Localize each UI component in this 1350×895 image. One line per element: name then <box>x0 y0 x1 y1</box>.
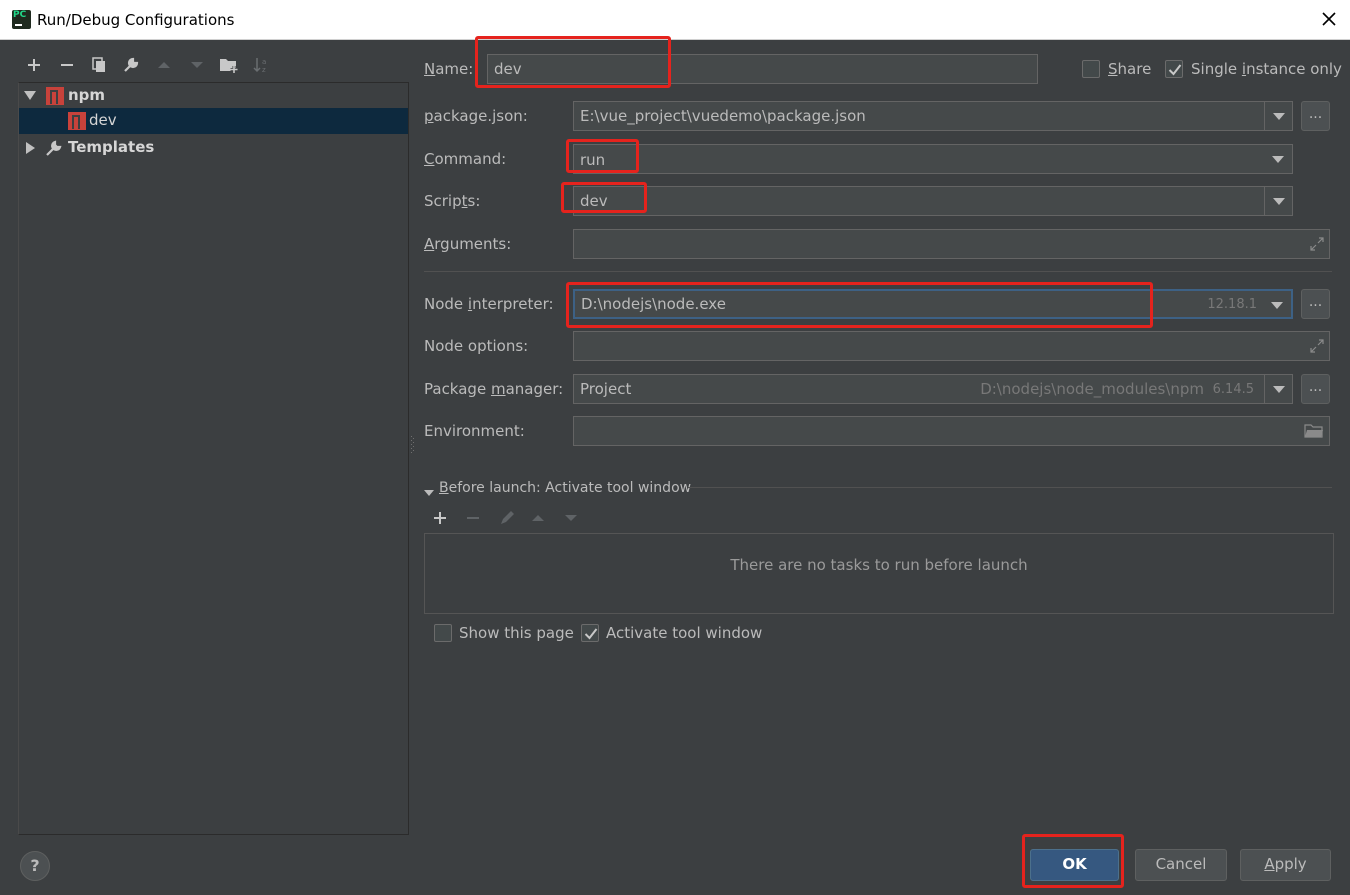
app-icon-text: PC <box>13 10 27 20</box>
configurations-tree: npm dev Templates <box>18 82 409 835</box>
collapse-arrow-icon[interactable] <box>26 142 35 154</box>
npm-icon <box>46 87 64 105</box>
name-input[interactable]: dev <box>487 54 1038 84</box>
command-combo[interactable]: run <box>573 144 1293 174</box>
dropdown-arrow-icon[interactable] <box>1263 291 1291 317</box>
remove-task-icon[interactable] <box>465 510 481 530</box>
browse-package-manager-button[interactable]: ... <box>1301 374 1330 404</box>
expand-arrow-icon[interactable] <box>24 91 36 100</box>
remove-icon[interactable] <box>55 53 79 77</box>
arguments-input[interactable] <box>573 229 1330 259</box>
browse-node-interpreter-button[interactable]: ... <box>1301 289 1330 319</box>
arguments-label: Arguments: <box>424 235 512 253</box>
npm-icon <box>68 112 86 130</box>
show-page-label: Show this page <box>459 624 574 642</box>
package-json-label: package.json: <box>424 107 528 125</box>
browse-package-json-button[interactable]: ... <box>1301 101 1330 131</box>
add-task-icon[interactable] <box>432 510 448 530</box>
share-checkbox[interactable] <box>1082 60 1100 78</box>
node-interpreter-label: Node interpreter: <box>424 295 554 313</box>
pycharm-app-icon: PC <box>12 10 31 29</box>
dropdown-arrow-icon[interactable] <box>1264 187 1292 215</box>
scripts-value: dev <box>580 192 608 210</box>
name-value: dev <box>494 60 522 78</box>
package-manager-version: 6.14.5 <box>1212 382 1254 397</box>
add-icon[interactable] <box>22 53 46 77</box>
svg-text:z: z <box>262 66 266 74</box>
window-titlebar: PC Run/Debug Configurations <box>0 0 1350 40</box>
empty-tasks-message: There are no tasks to run before launch <box>730 556 1028 574</box>
apply-button[interactable]: Apply <box>1240 849 1331 881</box>
tree-group-label: npm <box>68 86 106 104</box>
window-title: Run/Debug Configurations <box>37 11 235 29</box>
folder-icon[interactable] <box>1304 423 1324 443</box>
package-json-combo[interactable]: E:\vue_project\vuedemo\package.json <box>573 101 1293 131</box>
before-launch-collapse-icon[interactable] <box>424 484 434 502</box>
node-interpreter-value: D:\nodejs\node.exe <box>581 295 726 313</box>
move-task-down-icon[interactable] <box>563 510 579 530</box>
tree-item-dev[interactable]: dev <box>19 108 408 134</box>
dropdown-arrow-icon[interactable] <box>1264 102 1292 130</box>
cancel-button[interactable]: Cancel <box>1135 849 1227 881</box>
help-button[interactable]: ? <box>20 851 50 881</box>
before-launch-task-list[interactable]: There are no tasks to run before launch <box>424 533 1334 614</box>
edit-task-icon[interactable] <box>498 509 516 531</box>
section-separator <box>424 271 1332 272</box>
node-version: 12.18.1 <box>1207 297 1257 312</box>
expand-icon[interactable] <box>1309 236 1325 252</box>
single-instance-checkbox[interactable] <box>1165 60 1183 78</box>
svg-text:a: a <box>262 58 266 66</box>
package-manager-combo[interactable]: Project D:\nodejs\node_modules\npm 6.14.… <box>573 374 1293 404</box>
dropdown-arrow-icon[interactable] <box>1264 375 1292 403</box>
splitter-handle[interactable] <box>411 436 415 454</box>
app-icon-bar <box>15 24 22 26</box>
sort-icon[interactable]: az <box>250 53 274 77</box>
command-value: run <box>580 151 606 169</box>
activate-tool-window-checkbox[interactable] <box>581 624 599 642</box>
before-launch-separator <box>688 487 1332 488</box>
before-launch-title[interactable]: Before launch: Activate tool window <box>439 480 691 496</box>
scripts-combo[interactable]: dev <box>573 186 1293 216</box>
move-up-icon[interactable] <box>152 53 176 77</box>
new-folder-icon[interactable] <box>217 53 241 77</box>
wrench-icon[interactable] <box>119 53 143 77</box>
package-manager-path: D:\nodejs\node_modules\npm <box>980 380 1204 398</box>
dropdown-arrow-icon[interactable] <box>1264 145 1292 173</box>
tree-item-label: dev <box>89 111 117 129</box>
show-page-checkbox[interactable] <box>434 624 452 642</box>
tree-group-npm[interactable]: npm <box>19 83 408 109</box>
expand-icon[interactable] <box>1309 338 1325 354</box>
environment-label: Environment: <box>424 422 525 440</box>
wrench-icon <box>45 139 63 161</box>
close-icon[interactable] <box>1318 8 1340 30</box>
single-instance-label: Single instance only <box>1191 60 1342 78</box>
node-options-label: Node options: <box>424 337 529 355</box>
package-manager-label: Package manager: <box>424 380 564 398</box>
environment-input[interactable] <box>573 416 1330 446</box>
tree-group-templates[interactable]: Templates <box>19 135 408 161</box>
before-launch-toolbar <box>424 505 624 531</box>
name-label: Name: <box>424 60 474 78</box>
share-label: Share <box>1108 60 1152 78</box>
scripts-label: Scripts: <box>424 192 481 210</box>
node-interpreter-combo[interactable]: D:\nodejs\node.exe 12.18.1 <box>573 289 1293 319</box>
move-task-up-icon[interactable] <box>530 510 546 530</box>
tree-group-label: Templates <box>68 138 155 156</box>
command-label: Command: <box>424 150 507 168</box>
node-options-input[interactable] <box>573 331 1330 361</box>
ok-button[interactable]: OK <box>1030 849 1119 881</box>
package-manager-value: Project <box>580 380 632 398</box>
move-down-icon[interactable] <box>185 53 209 77</box>
copy-icon[interactable] <box>87 53 111 77</box>
package-json-value: E:\vue_project\vuedemo\package.json <box>580 107 866 125</box>
activate-tool-window-label: Activate tool window <box>606 624 763 642</box>
configurations-toolbar: az <box>18 50 408 80</box>
